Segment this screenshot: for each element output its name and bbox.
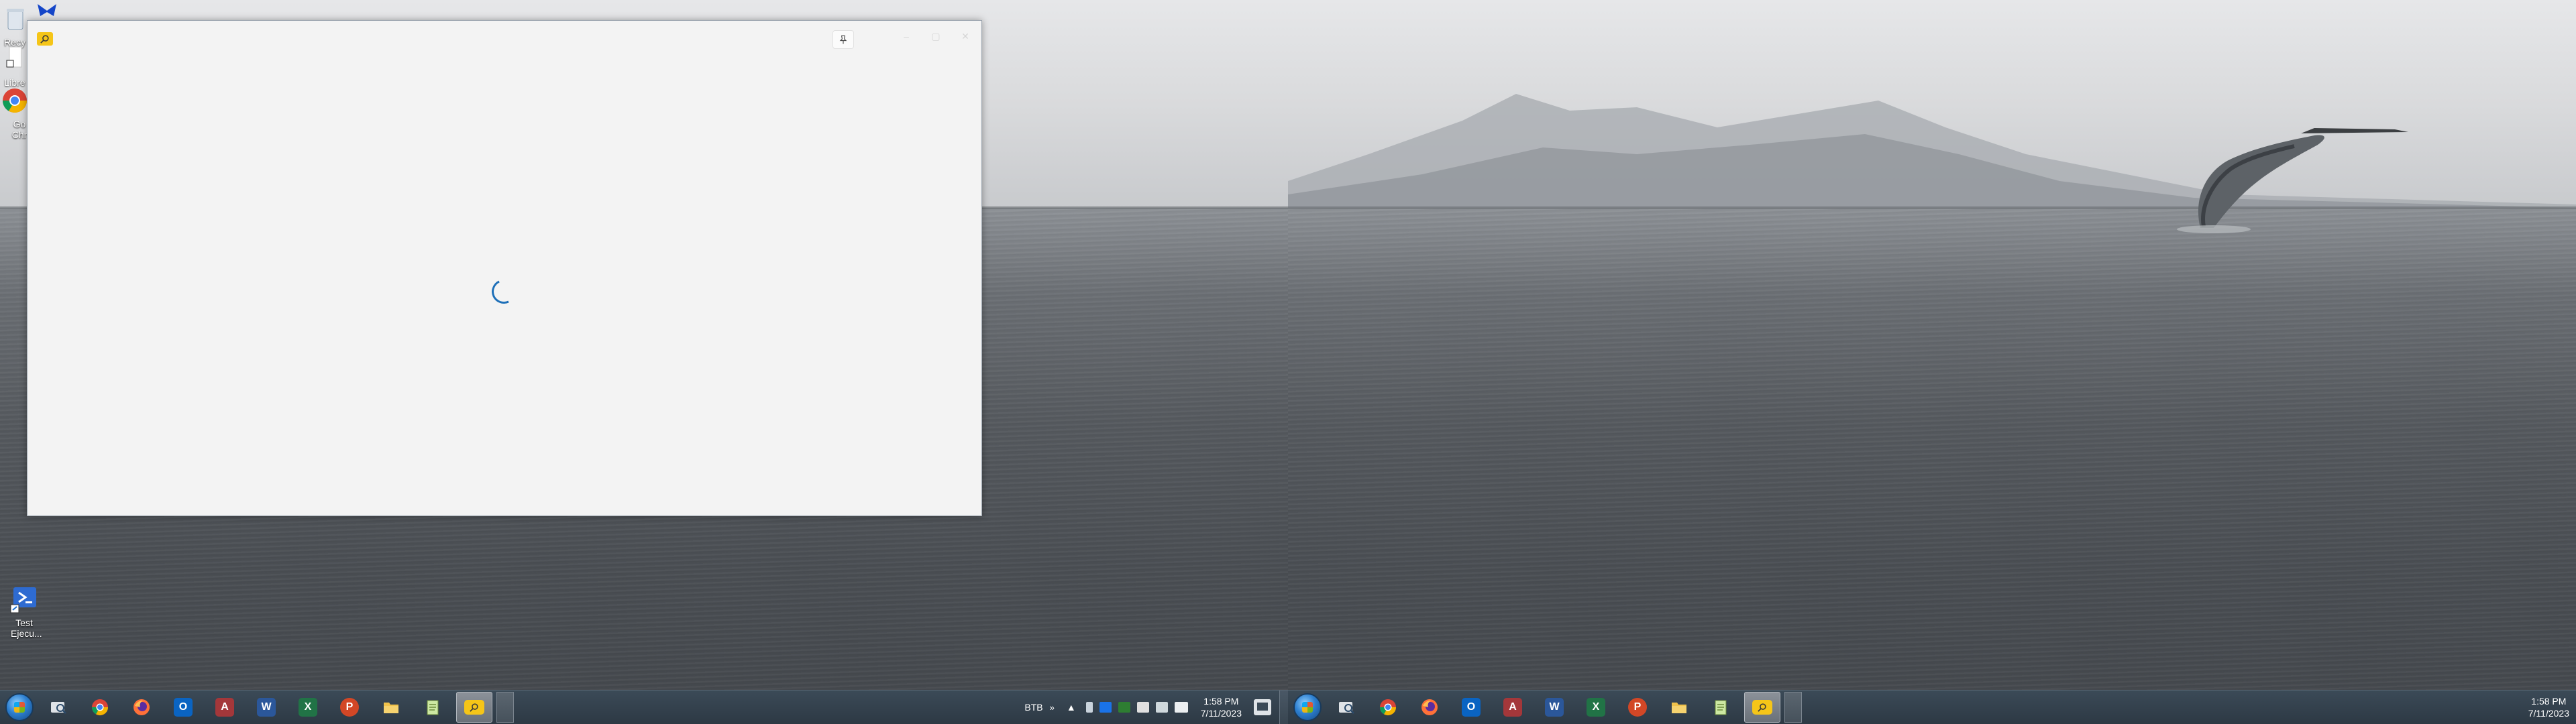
breaching-whale bbox=[2177, 135, 2324, 233]
libreoffice-icon bbox=[6, 46, 22, 68]
taskbar-search-app[interactable] bbox=[1744, 692, 1780, 723]
close-button[interactable]: ✕ bbox=[952, 27, 979, 45]
clock-date: 7/11/2023 bbox=[2528, 708, 2569, 719]
taskbar-notepad[interactable] bbox=[1703, 692, 1739, 723]
pin-icon bbox=[839, 35, 847, 44]
action-center-icon[interactable] bbox=[1254, 699, 1271, 715]
wallpaper-sea bbox=[1288, 208, 2576, 690]
left-monitor: Recy Libre Go Chr Test Ejecu... – ▢ ✕ O … bbox=[0, 0, 1288, 724]
system-tray: BTB » ▲ 1:58 PM 7/11/2023 bbox=[1024, 690, 1288, 724]
word-icon: W bbox=[257, 698, 276, 717]
chrome-icon bbox=[1380, 699, 1396, 716]
outlook-icon: O bbox=[1462, 698, 1481, 717]
taskbar-firefox[interactable] bbox=[1411, 692, 1448, 723]
language-indicator[interactable]: BTB bbox=[1024, 702, 1042, 713]
taskbar-word[interactable]: W bbox=[248, 692, 284, 723]
taskbar-search-app[interactable] bbox=[456, 692, 492, 723]
access-icon: A bbox=[215, 698, 234, 717]
taskbar-search-everything[interactable] bbox=[1328, 692, 1364, 723]
blue-app-icon[interactable] bbox=[36, 3, 59, 17]
taskbar-firefox[interactable] bbox=[123, 692, 160, 723]
clock-date: 7/11/2023 bbox=[1200, 708, 1242, 719]
desktop-icon-label: Test Ejecu... bbox=[11, 617, 42, 639]
magnifier-folder-icon bbox=[51, 702, 66, 714]
taskbar-group-stub[interactable] bbox=[1784, 692, 1802, 723]
chrome-icon bbox=[2, 88, 28, 113]
taskbar-excel[interactable]: X bbox=[290, 692, 326, 723]
search-app-icon bbox=[1752, 700, 1772, 715]
powerpoint-icon: P bbox=[340, 698, 359, 717]
network-icon[interactable] bbox=[1155, 702, 1168, 713]
show-desktop-button[interactable] bbox=[1279, 690, 1288, 724]
powerpoint-icon: P bbox=[1628, 698, 1647, 717]
access-icon: A bbox=[1503, 698, 1522, 717]
taskbar-excel[interactable]: X bbox=[1578, 692, 1614, 723]
security-icon[interactable] bbox=[1118, 702, 1130, 713]
taskbar-word[interactable]: W bbox=[1536, 692, 1572, 723]
maximize-button[interactable]: ▢ bbox=[922, 27, 949, 45]
loading-spinner-icon bbox=[488, 276, 520, 308]
butterfly-icon bbox=[38, 4, 56, 16]
search-app-icon bbox=[464, 700, 484, 715]
taskbar-file-explorer[interactable] bbox=[1661, 692, 1697, 723]
excel-icon: X bbox=[1587, 698, 1605, 717]
taskbar-outlook[interactable]: O bbox=[1453, 692, 1489, 723]
volume-muted-icon[interactable] bbox=[1174, 702, 1188, 713]
taskbar-access[interactable]: A bbox=[207, 692, 243, 723]
taskbar-file-explorer[interactable] bbox=[373, 692, 409, 723]
start-button[interactable] bbox=[1293, 693, 1322, 721]
tray-overflow-arrow-icon[interactable]: ▲ bbox=[1067, 702, 1076, 713]
firefox-icon bbox=[133, 699, 150, 715]
taskbar-left: O A W X P BTB » ▲ 1:58 PM 7/11/2023 bbox=[0, 690, 1288, 724]
usb-icon[interactable] bbox=[1085, 702, 1093, 713]
taskbar-right: O A W X P 1:58 PM 7/11/2023 bbox=[1288, 690, 2576, 724]
notepad-icon bbox=[427, 700, 439, 715]
taskbar-group-stub[interactable] bbox=[496, 692, 514, 723]
taskbar-powerpoint[interactable]: P bbox=[331, 692, 368, 723]
folder-icon bbox=[1672, 703, 1686, 713]
pin-button[interactable] bbox=[833, 30, 854, 49]
magnifier-folder-icon bbox=[1339, 702, 1354, 714]
search-app-icon bbox=[37, 32, 53, 46]
outlook-icon: O bbox=[174, 698, 193, 717]
taskbar-chrome[interactable] bbox=[82, 692, 118, 723]
toolbar-chevron[interactable]: » bbox=[1050, 703, 1055, 713]
sync-icon[interactable] bbox=[1136, 702, 1149, 713]
desktop-wallpaper bbox=[1288, 0, 2576, 690]
right-monitor: O A W X P 1:58 PM 7/11/2023 bbox=[1288, 0, 2576, 724]
desktop-icon-test-script[interactable]: Test Ejecu... bbox=[4, 585, 44, 639]
search-app-window[interactable]: – ▢ ✕ bbox=[27, 20, 982, 516]
excel-icon: X bbox=[299, 698, 317, 717]
taskbar-clock[interactable]: 1:58 PM 7/11/2023 bbox=[1201, 695, 1242, 719]
bluetooth-icon[interactable] bbox=[1099, 702, 1112, 713]
taskbar-chrome[interactable] bbox=[1370, 692, 1406, 723]
start-button[interactable] bbox=[5, 693, 34, 721]
firefox-icon bbox=[1421, 699, 1438, 715]
taskbar-search-everything[interactable] bbox=[40, 692, 76, 723]
folder-icon bbox=[384, 703, 398, 713]
taskbar-notepad[interactable] bbox=[415, 692, 451, 723]
recycle-bin-icon bbox=[7, 9, 24, 30]
taskbar-outlook[interactable]: O bbox=[165, 692, 201, 723]
taskbar-clock[interactable]: 1:58 PM 7/11/2023 bbox=[2528, 695, 2569, 719]
taskbar-access[interactable]: A bbox=[1495, 692, 1531, 723]
word-icon: W bbox=[1545, 698, 1564, 717]
clock-time: 1:58 PM bbox=[1203, 696, 1239, 707]
minimize-button[interactable]: – bbox=[893, 27, 920, 45]
powershell-script-icon bbox=[10, 587, 36, 613]
clock-time: 1:58 PM bbox=[2531, 696, 2567, 707]
system-tray: 1:58 PM 7/11/2023 bbox=[2519, 690, 2576, 724]
taskbar-powerpoint[interactable]: P bbox=[1619, 692, 1656, 723]
chrome-icon bbox=[92, 699, 108, 716]
notepad-icon bbox=[1715, 700, 1727, 715]
